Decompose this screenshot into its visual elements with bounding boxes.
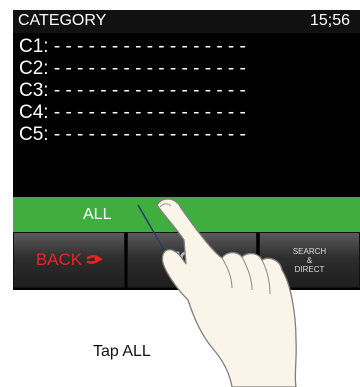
search-direct-button[interactable]: SEARCH & DIRECT <box>259 232 360 288</box>
screen-title: CATEGORY <box>18 12 107 29</box>
category-item-c5[interactable]: C5: - - - - - - - - - - - - - - - - - <box>19 124 246 146</box>
back-button[interactable]: BACK <box>13 232 125 288</box>
clock: 15;56 <box>309 12 350 29</box>
category-item-c2[interactable]: C2: - - - - - - - - - - - - - - - - - <box>19 58 246 80</box>
search-label-line3: DIRECT <box>294 264 325 274</box>
search-label-line2: & <box>306 255 313 265</box>
top-button[interactable]: TO <box>127 232 257 288</box>
back-button-label: BACK <box>35 250 83 269</box>
all-button[interactable]: ALL <box>13 197 360 232</box>
category-item-c4[interactable]: C4: - - - - - - - - - - - - - - - - - <box>19 102 246 124</box>
softkey-bar: BACK TO SEARCH & DIRECT <box>13 232 360 290</box>
category-item-c3[interactable]: C3: - - - - - - - - - - - - - - - - - <box>19 80 246 102</box>
all-button-label: ALL <box>83 205 112 223</box>
search-label-line1: SEARCH <box>292 246 327 256</box>
header-bar: CATEGORY 15;56 <box>13 10 360 33</box>
device-screen: CATEGORY 15;56 C1: - - - - - - - - - - -… <box>13 10 360 290</box>
category-item-c1[interactable]: C1: - - - - - - - - - - - - - - - - - <box>19 36 246 58</box>
category-list: C1: - - - - - - - - - - - - - - - - - C2… <box>19 36 246 146</box>
back-arrow-icon <box>86 255 103 264</box>
instruction-caption: Tap ALL <box>93 343 151 360</box>
top-button-label: TO <box>168 249 195 270</box>
